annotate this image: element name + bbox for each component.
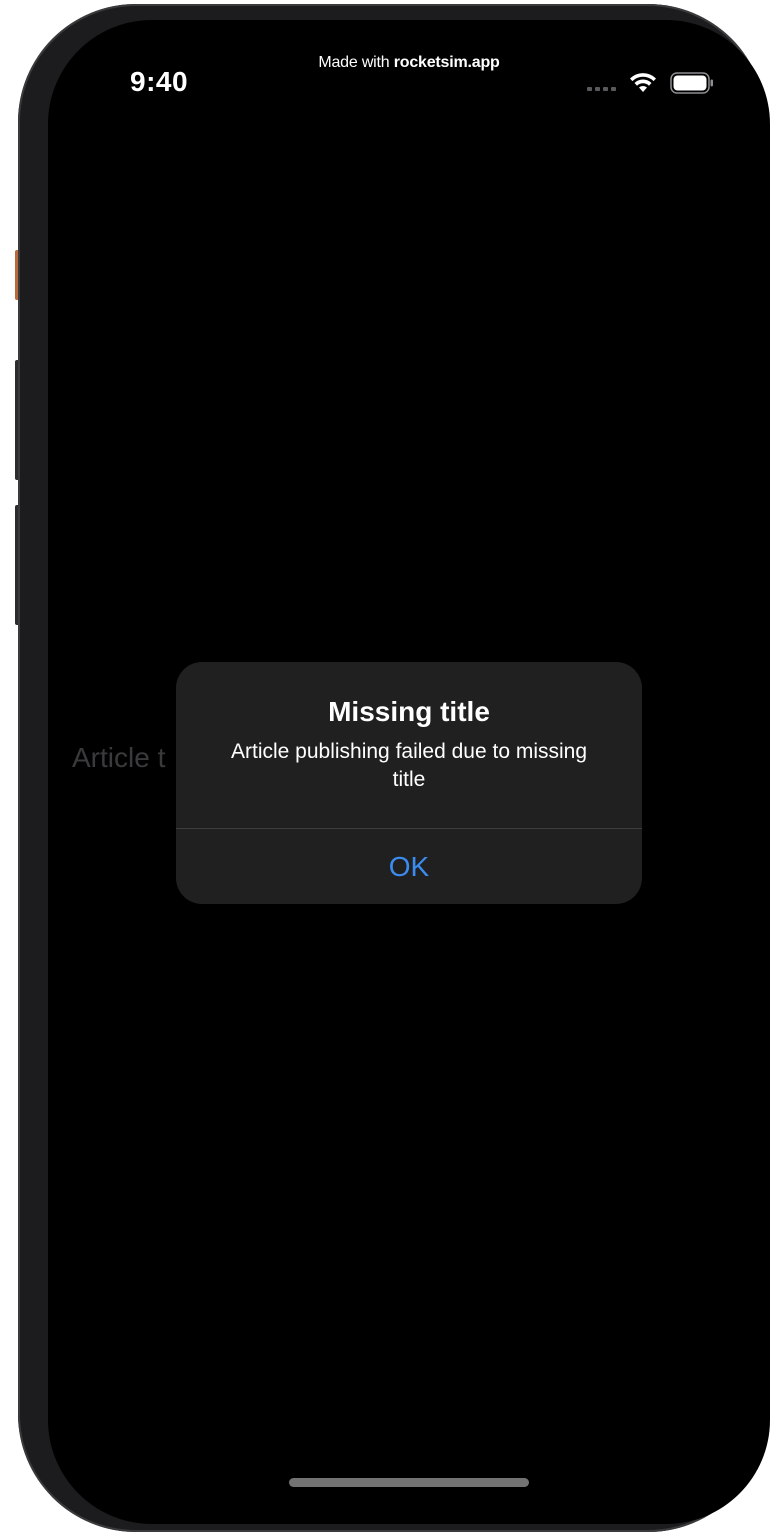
alert-message: Article publishing failed due to missing…	[230, 740, 588, 791]
ok-button[interactable]: OK	[176, 829, 642, 904]
battery-icon	[670, 72, 713, 94]
home-indicator[interactable]	[289, 1478, 529, 1487]
cellular-signal-icon	[587, 75, 616, 91]
wifi-icon	[630, 73, 656, 92]
screen: Made with rocketsim.app 9:40 Article t M…	[48, 20, 770, 1524]
watermark-prefix: Made with	[318, 54, 394, 71]
status-icons	[587, 72, 714, 94]
alert-title: Missing title	[328, 696, 490, 727]
device-frame: Made with rocketsim.app 9:40 Article t M…	[18, 4, 770, 1532]
status-time: 9:40	[130, 66, 189, 97]
alert-dialog: Missing title Article publishing failed …	[176, 662, 642, 904]
watermark-brand: rocketsim.app	[393, 54, 500, 71]
article-title-field: Article t	[72, 742, 166, 773]
